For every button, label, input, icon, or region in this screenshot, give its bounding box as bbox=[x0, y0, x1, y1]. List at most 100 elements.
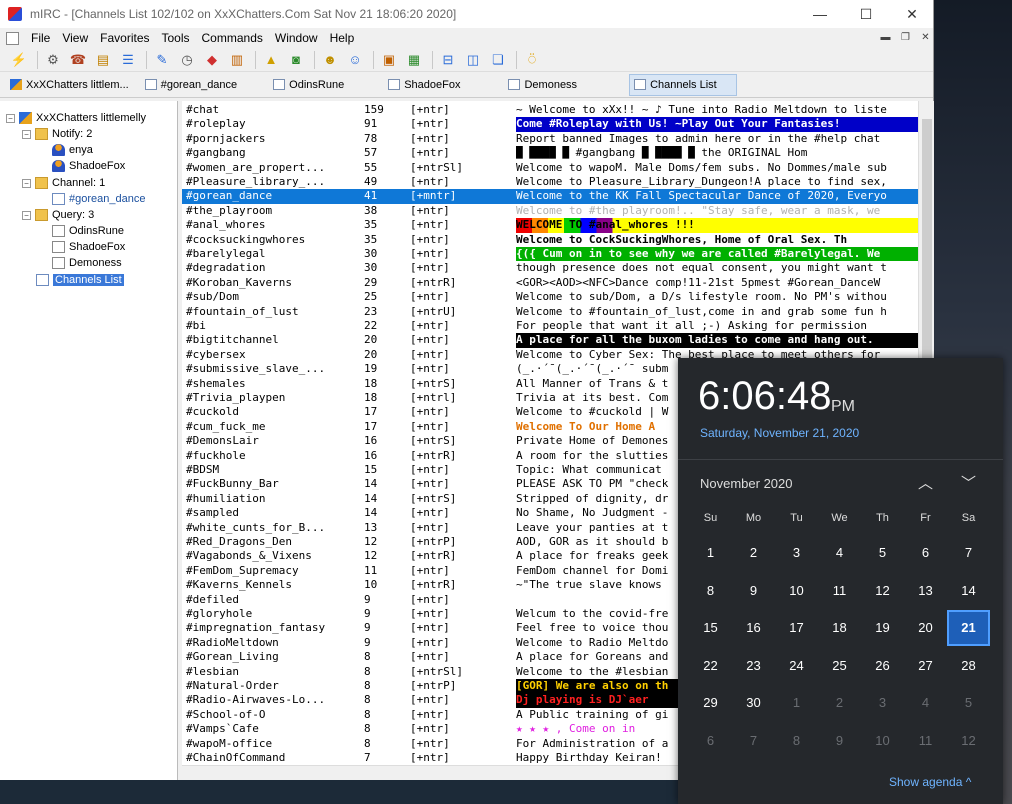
connect-icon[interactable]: ⚡ bbox=[8, 50, 30, 70]
tree-channel-item[interactable]: #gorean_dance bbox=[52, 191, 145, 207]
calendar-day[interactable]: 30 bbox=[732, 685, 775, 721]
collapse-icon[interactable]: − bbox=[22, 129, 31, 139]
calendar-day[interactable]: 5 bbox=[861, 535, 904, 571]
title-bar[interactable]: mIRC - [Channels List 102/102 on XxXChat… bbox=[0, 0, 933, 28]
calendar-day[interactable]: 17 bbox=[775, 610, 818, 646]
menu-view[interactable]: View bbox=[56, 31, 94, 45]
clock-date[interactable]: Saturday, November 21, 2020 bbox=[700, 426, 859, 440]
notify-list-icon[interactable]: ☻ bbox=[319, 50, 341, 70]
channel-row[interactable]: #women_are_propert... 55 [+ntrSl] Welcome t… bbox=[182, 161, 918, 175]
calendar-day[interactable]: 9 bbox=[818, 723, 861, 759]
calendar-day[interactable]: 12 bbox=[947, 723, 990, 759]
cascade-icon[interactable]: ❏ bbox=[487, 50, 509, 70]
calendar-day[interactable]: 12 bbox=[861, 573, 904, 609]
channel-row[interactable]: #chat 159 [+ntr] ~ Welcome to xXx!! ~ ♪ Tun… bbox=[182, 103, 918, 117]
mirc-app-icon[interactable] bbox=[8, 7, 22, 21]
switch-server[interactable]: XxXChatters littlem... bbox=[6, 74, 137, 96]
calendar-day[interactable]: 9 bbox=[732, 573, 775, 609]
switch-query-shadoefox[interactable]: ShadoeFox bbox=[384, 74, 468, 96]
calendar-day[interactable]: 26 bbox=[861, 648, 904, 684]
calendar-day[interactable]: 2 bbox=[818, 685, 861, 721]
calendar-day[interactable]: 10 bbox=[861, 723, 904, 759]
menu-help[interactable]: Help bbox=[324, 31, 361, 45]
channel-row[interactable]: #gangbang 57 [+ntr] █ ████ █ #gangbang █ ██… bbox=[182, 146, 918, 160]
tree-query-item[interactable]: ShadoeFox bbox=[52, 239, 125, 255]
calendar-day[interactable]: 8 bbox=[775, 723, 818, 759]
calendar-day[interactable]: 16 bbox=[732, 610, 775, 646]
tree-notify-item[interactable]: ShadoeFox bbox=[52, 158, 125, 174]
calendar-day[interactable]: 24 bbox=[775, 648, 818, 684]
calendar-day[interactable]: 11 bbox=[904, 723, 947, 759]
scripts-editor-icon[interactable]: ✎ bbox=[151, 50, 173, 70]
tree-query-folder[interactable]: − Query: 3 bbox=[22, 207, 94, 223]
tree-channel-folder[interactable]: − Channel: 1 bbox=[22, 175, 105, 191]
close-button[interactable]: ✕ bbox=[889, 0, 935, 28]
mdi-close-icon[interactable]: ✕ bbox=[918, 31, 933, 45]
options-icon[interactable]: ⚙ bbox=[42, 50, 64, 70]
send-file-icon[interactable]: ▲ bbox=[260, 50, 282, 70]
menu-favorites[interactable]: Favorites bbox=[94, 31, 155, 45]
calendar-day[interactable]: 3 bbox=[861, 685, 904, 721]
switch-query-demoness[interactable]: Demoness bbox=[504, 74, 585, 96]
calendar-day[interactable]: 5 bbox=[947, 685, 990, 721]
calendar-day[interactable]: 4 bbox=[904, 685, 947, 721]
list-channels-icon[interactable]: ☰ bbox=[117, 50, 139, 70]
channel-row[interactable]: #bigtitchannel 20 [+ntr] A place for all t… bbox=[182, 333, 918, 348]
channel-row[interactable]: #fountain_of_lust 23 [+ntrU] Welcome to #fo… bbox=[182, 305, 918, 319]
mdi-restore-icon[interactable]: ❐ bbox=[898, 31, 913, 45]
calendar-day[interactable]: 8 bbox=[689, 573, 732, 609]
calendar-day[interactable]: 18 bbox=[818, 610, 861, 646]
channel-row[interactable]: #gorean_dance 41 [+mntr] Welcome to the KK … bbox=[182, 189, 918, 204]
channels-folder-icon[interactable]: ▤ bbox=[92, 50, 114, 70]
dcc-icon[interactable]: ▥ bbox=[226, 50, 248, 70]
calendar-day[interactable]: 3 bbox=[775, 535, 818, 571]
colors-icon[interactable]: ◆ bbox=[201, 50, 223, 70]
calendar-day[interactable]: 20 bbox=[904, 610, 947, 646]
tree-query-item[interactable]: Demoness bbox=[52, 255, 122, 271]
menu-window[interactable]: Window bbox=[269, 31, 324, 45]
show-agenda-link[interactable]: Show agenda ^ bbox=[889, 775, 971, 789]
menu-tools[interactable]: Tools bbox=[156, 31, 196, 45]
channel-row[interactable]: #Pleasure_library_... 49 [+ntr] Welcome to … bbox=[182, 175, 918, 189]
calendar-day[interactable]: 23 bbox=[732, 648, 775, 684]
calendar-day[interactable]: 1 bbox=[689, 535, 732, 571]
help-icon[interactable]: ⍥ bbox=[521, 50, 543, 70]
tile-horizontal-icon[interactable]: ⊟ bbox=[437, 50, 459, 70]
calendar-month[interactable]: November 2020 bbox=[700, 476, 793, 491]
calendar-day[interactable]: 27 bbox=[904, 648, 947, 684]
calendar-day[interactable]: 13 bbox=[904, 573, 947, 609]
calendar-day[interactable]: 15 bbox=[689, 610, 732, 646]
previous-month-icon[interactable]: ︿ bbox=[918, 472, 933, 493]
channel-row[interactable]: #sub/Dom 25 [+ntr] Welcome to sub/Dom, a D/… bbox=[182, 290, 918, 304]
tree-server[interactable]: − XxXChatters littlemelly bbox=[6, 110, 146, 126]
collapse-icon[interactable]: − bbox=[22, 178, 31, 188]
channel-row[interactable]: #cocksuckingwhores 35 [+ntr] Welcome to Coc… bbox=[182, 233, 918, 247]
channel-row[interactable]: #barelylegal 30 [+ntr] {({ Cum on in to see… bbox=[182, 247, 918, 262]
calendar-day[interactable]: 11 bbox=[818, 573, 861, 609]
timer-icon[interactable]: ◷ bbox=[176, 50, 198, 70]
tile-vertical-icon[interactable]: ◫ bbox=[462, 50, 484, 70]
switch-channels-list[interactable]: Channels List bbox=[629, 73, 738, 96]
channel-row[interactable]: #roleplay 91 [+ntr] Come #Roleplay with Us… bbox=[182, 117, 918, 132]
menu-commands[interactable]: Commands bbox=[196, 31, 269, 45]
chat-icon[interactable]: ◙ bbox=[285, 50, 307, 70]
mdi-minimize-icon[interactable]: ▬ bbox=[878, 31, 893, 45]
tree-notify[interactable]: − Notify: 2 bbox=[22, 126, 92, 142]
calendar-day[interactable]: 10 bbox=[775, 573, 818, 609]
calendar-day[interactable]: 7 bbox=[732, 723, 775, 759]
channel-row[interactable]: #the_playroom 38 [+ntr] Welcome to #the pla… bbox=[182, 204, 918, 218]
channel-row[interactable]: #Koroban_Kaverns 29 [+ntrR] <GOR><AOD><NFC>… bbox=[182, 276, 918, 290]
minimize-button[interactable]: — bbox=[797, 0, 843, 28]
calendar-day[interactable]: 14 bbox=[947, 573, 990, 609]
calendar-day[interactable]: 6 bbox=[904, 535, 947, 571]
switch-query-odinsrune[interactable]: OdinsRune bbox=[269, 74, 352, 96]
log-viewer-icon[interactable]: ▣ bbox=[378, 50, 400, 70]
collapse-icon[interactable]: − bbox=[6, 113, 15, 123]
calendar-day[interactable]: 7 bbox=[947, 535, 990, 571]
mdi-window-icon[interactable] bbox=[6, 31, 19, 45]
channel-row[interactable]: #degradation 30 [+ntr] though presence does… bbox=[182, 261, 918, 275]
calendar-day-today[interactable]: 21 bbox=[947, 610, 990, 646]
next-month-icon[interactable]: ﹀ bbox=[961, 472, 976, 493]
switch-channel[interactable]: #gorean_dance bbox=[141, 74, 245, 96]
channel-row[interactable]: #pornjackers 78 [+ntr] Report banned Image… bbox=[182, 132, 918, 146]
